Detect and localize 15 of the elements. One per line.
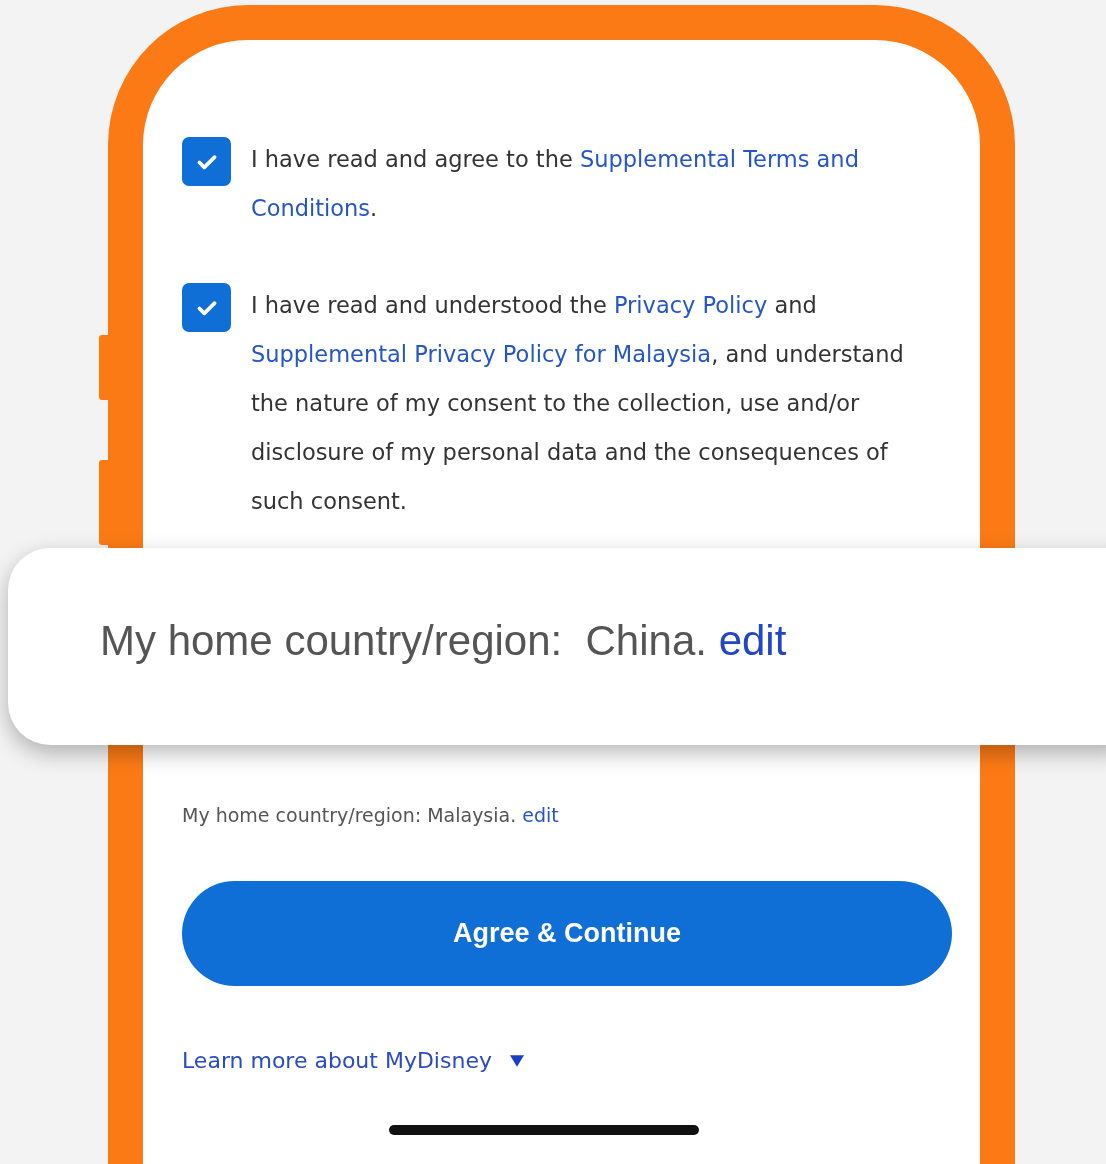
agree-continue-button[interactable]: Agree & Continue xyxy=(182,881,952,986)
consent-text: I have read and understood the Privacy Policy and Supplemental Privacy Policy for Malaysia, and understand the nature of my consent to the collection, use and/or disclosure of my personal data and the consequences of such consent. xyxy=(251,291,905,516)
home-country-text: My home country/region: Malaysia. edit xyxy=(182,804,560,826)
consent-text: I have read and agree to the Supplemental Terms and Conditions. xyxy=(251,145,860,223)
callout-text: My home country/region: China. edit xyxy=(100,616,787,665)
edit-link[interactable]: edit xyxy=(522,804,559,826)
caret-down-icon xyxy=(509,1054,524,1067)
checkbox[interactable] xyxy=(182,137,231,186)
checkbox[interactable] xyxy=(182,283,231,332)
edit-link[interactable]: edit xyxy=(718,616,787,664)
policy-link[interactable]: Conditions xyxy=(251,195,371,221)
policy-link[interactable]: Supplemental Terms and xyxy=(579,146,859,172)
policy-link[interactable]: Privacy Policy xyxy=(613,292,768,318)
learn-more-toggle[interactable]: Learn more about MyDisney xyxy=(182,1048,524,1073)
policy-link[interactable]: Supplemental Privacy Policy for Malaysia xyxy=(251,341,712,367)
